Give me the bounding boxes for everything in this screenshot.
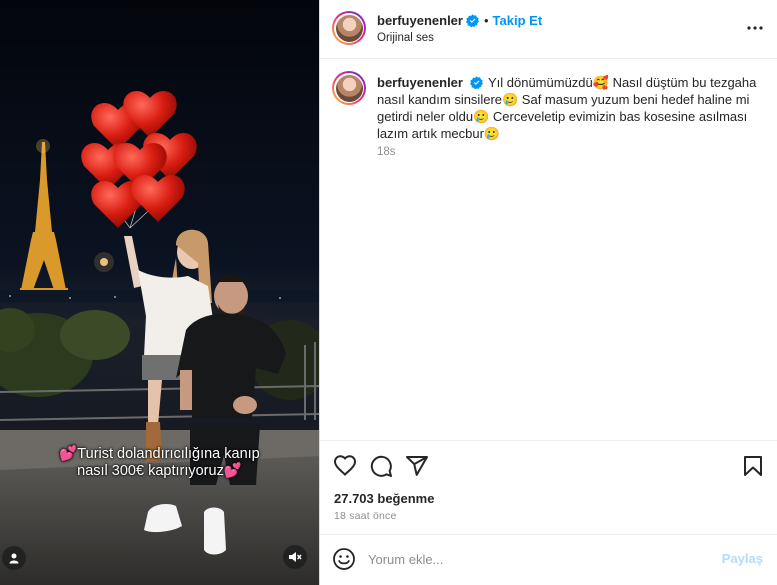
share-button[interactable] xyxy=(405,454,429,483)
follow-button[interactable]: Takip Et xyxy=(493,13,543,28)
post-comment-button[interactable]: Paylaş xyxy=(722,551,763,566)
video-caption-line-2: nasıl 300€ kaptırıyoruz💕 xyxy=(77,463,242,479)
mute-toggle-button[interactable] xyxy=(283,545,307,569)
post-details-panel: berfuyenenler • Takip Et Orijinal ses berf… xyxy=(319,0,777,585)
author-line: berfuyenenler • Takip Et xyxy=(377,13,542,28)
save-button[interactable] xyxy=(741,454,765,483)
add-comment-bar: Paylaş xyxy=(320,534,777,585)
paper-plane-icon xyxy=(406,456,428,476)
more-options-icon xyxy=(747,26,763,30)
comment-bubble-icon xyxy=(370,455,392,477)
emoji-button[interactable] xyxy=(332,547,356,576)
smiley-icon xyxy=(333,548,355,570)
video-frame xyxy=(0,0,319,585)
comment-input[interactable] xyxy=(368,548,698,570)
user-tag-icon xyxy=(9,553,19,564)
video-caption-overlay: 💕Turist dolandırıcılığına kanıp nasıl 30… xyxy=(0,446,319,480)
author-username[interactable]: berfuyenenler xyxy=(377,13,463,28)
tagged-users-button[interactable] xyxy=(2,546,26,570)
like-count[interactable]: 27.703 beğenme xyxy=(334,491,434,506)
caption-timestamp[interactable]: 18s xyxy=(377,146,396,158)
comment-button[interactable] xyxy=(369,454,393,483)
separator-dot: • xyxy=(483,13,489,28)
more-options-button[interactable] xyxy=(747,20,763,41)
video-caption-line-1: 💕Turist dolandırıcılığına kanıp xyxy=(59,446,260,462)
verified-badge-icon xyxy=(469,76,483,89)
author-avatar[interactable] xyxy=(332,11,366,45)
like-button[interactable] xyxy=(333,454,357,483)
heart-icon xyxy=(333,455,357,476)
post-actions: 27.703 beğenme 18 saat önce xyxy=(320,440,777,540)
verified-badge-icon xyxy=(465,14,479,27)
speaker-muted-icon xyxy=(289,552,302,562)
reel-video[interactable]: 💕Turist dolandırıcılığına kanıp nasıl 30… xyxy=(0,0,319,585)
caption-author-avatar[interactable] xyxy=(332,71,366,105)
bookmark-icon xyxy=(744,456,762,476)
caption-username[interactable]: berfuyenenler xyxy=(377,75,463,90)
post-timestamp[interactable]: 18 saat önce xyxy=(334,510,397,522)
caption-text-block: berfuyenenler Yıl dönümümüzdü🥰 Nasıl düşt… xyxy=(377,74,757,142)
audio-link[interactable]: Orijinal ses xyxy=(377,32,434,44)
post-header: berfuyenenler • Takip Et Orijinal ses xyxy=(320,0,777,59)
